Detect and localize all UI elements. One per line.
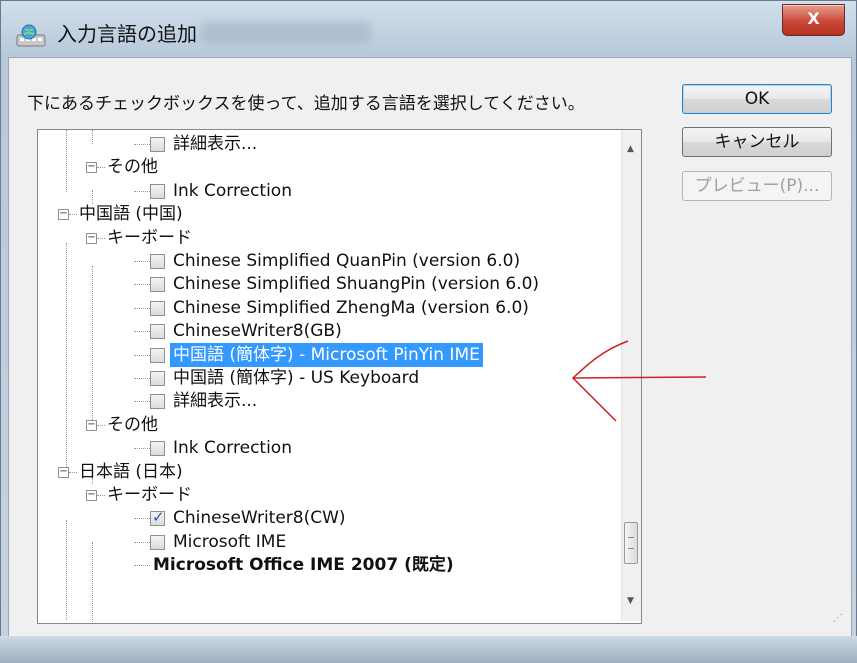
tree-line (134, 378, 150, 379)
tree-line (134, 355, 150, 356)
close-button[interactable]: X (782, 4, 845, 36)
collapse-icon[interactable]: − (86, 162, 97, 173)
triangle-up-icon[interactable]: ▲ (627, 144, 634, 154)
language-checkbox[interactable] (150, 535, 165, 550)
tree-row[interactable]: ChineseWriter8(GB) (170, 319, 345, 343)
tree-scrollbar[interactable]: ▲ ▼ (621, 130, 641, 621)
scrollbar-thumb[interactable] (624, 522, 638, 564)
tree-row[interactable]: Microsoft IME (170, 530, 289, 554)
tree-line (134, 308, 150, 309)
language-checkbox[interactable] (150, 254, 165, 269)
keyboard-globe-icon (16, 24, 46, 47)
language-checkbox[interactable] (150, 184, 165, 199)
tree-row[interactable]: その他 (104, 413, 161, 437)
tree-row-label: キーボード (107, 485, 192, 505)
collapse-icon[interactable]: − (86, 420, 97, 431)
preview-button[interactable]: プレビュー(P)... (682, 171, 832, 201)
tree-row-label: 詳細表示... (173, 391, 258, 411)
tree-row[interactable]: Ink Correction (170, 436, 295, 460)
tree-row[interactable]: 中国語 (中国) (76, 202, 186, 226)
language-checkbox[interactable] (150, 394, 165, 409)
collapse-icon[interactable]: − (86, 490, 97, 501)
language-checkbox[interactable] (150, 508, 165, 526)
instruction-text: 下にあるチェックボックスを使って、追加する言語を選択してください。 (27, 94, 585, 114)
tree-row-label: 詳細表示... (173, 134, 258, 154)
tree-row-label: 中国語 (簡体字) - US Keyboard (173, 368, 420, 388)
resize-grip-icon[interactable]: ⋰ (833, 613, 843, 624)
tree-row-label: キーボード (107, 228, 192, 248)
tree-line (134, 542, 150, 543)
collapse-icon[interactable]: − (58, 467, 69, 478)
cancel-button[interactable]: キャンセル (682, 127, 832, 157)
tree-row[interactable]: その他 (104, 155, 161, 179)
collapse-icon[interactable]: − (58, 209, 69, 220)
tree-row[interactable]: Chinese Simplified QuanPin (version 6.0) (170, 249, 523, 273)
tree-row[interactable]: Chinese Simplified ShuangPin (version 6.… (170, 272, 542, 296)
tree-row-label: Chinese Simplified QuanPin (version 6.0) (173, 251, 521, 271)
tree-line (134, 144, 150, 145)
language-checkbox[interactable] (150, 348, 165, 363)
tree-row-label: Microsoft Office IME 2007 (既定) (153, 555, 454, 575)
tree-row[interactable]: Ink Correction (170, 179, 295, 203)
tree-row-label: その他 (107, 157, 158, 177)
tree-line (92, 266, 93, 430)
tree-row-label: Chinese Simplified ShuangPin (version 6.… (173, 274, 540, 294)
language-checkbox[interactable] (150, 137, 165, 152)
tree-row[interactable]: Chinese Simplified ZhengMa (version 6.0) (170, 296, 532, 320)
tree-line (134, 261, 150, 262)
tree-line (134, 284, 150, 285)
tree-row-label: Ink Correction (173, 181, 292, 201)
tree-row-label: Microsoft IME (173, 532, 287, 552)
tree-row[interactable]: Microsoft Office IME 2007 (既定) (150, 553, 457, 577)
tree-row[interactable]: キーボード (104, 483, 195, 507)
language-checkbox[interactable] (150, 301, 165, 316)
tree-line (134, 448, 150, 449)
language-tree[interactable]: 詳細表示... − その他 Ink Correction − 中国語 (中国) − キーボード… (37, 129, 642, 624)
window-title: 入力言語の追加 (57, 22, 197, 46)
tree-row[interactable]: 日本語 (日本) (76, 460, 186, 484)
tree-row[interactable]: ChineseWriter8(CW) (170, 506, 349, 530)
title-bar[interactable]: 入力言語の追加 X (1, 1, 856, 59)
tree-line (66, 130, 67, 192)
tree-line (66, 520, 67, 620)
tree-row-label: Ink Correction (173, 438, 292, 458)
blurred-title-region (201, 21, 371, 43)
tree-line (134, 518, 150, 519)
tree-line (134, 401, 150, 402)
tree-line (134, 191, 150, 192)
tree-row-label: ChineseWriter8(GB) (173, 321, 342, 341)
language-checkbox[interactable] (150, 441, 165, 456)
ok-button[interactable]: OK (682, 84, 832, 114)
tree-row[interactable]: 詳細表示... (170, 389, 260, 413)
tree-row[interactable]: 中国語 (簡体字) - US Keyboard (170, 366, 422, 390)
tree-row[interactable]: 中国語 (簡体字) - Microsoft PinYin IME (170, 343, 483, 367)
tree-line (92, 130, 93, 144)
tree-line (134, 565, 150, 566)
tree-row-label: 中国語 (簡体字) - Microsoft PinYin IME (170, 343, 483, 367)
tree-row-label: その他 (107, 415, 158, 435)
tree-row-label: Chinese Simplified ZhengMa (version 6.0) (173, 298, 529, 318)
tree-line (92, 542, 93, 622)
dialog-window: 入力言語の追加 X 下にあるチェックボックスを使って、追加する言語を選択してくだ… (0, 0, 857, 663)
bottom-frame (0, 636, 857, 663)
language-checkbox[interactable] (150, 324, 165, 339)
tree-row[interactable]: 詳細表示... (170, 132, 260, 156)
tree-row[interactable]: キーボード (104, 226, 195, 250)
collapse-icon[interactable]: − (86, 233, 97, 244)
tree-row-label: 中国語 (中国) (79, 204, 183, 224)
triangle-down-icon[interactable]: ▼ (627, 596, 634, 606)
tree-row-label: 日本語 (日本) (79, 462, 183, 482)
tree-row-label: ChineseWriter8(CW) (173, 508, 346, 528)
language-checkbox[interactable] (150, 277, 165, 292)
tree-line (66, 243, 67, 467)
tree-line (134, 331, 150, 332)
language-checkbox[interactable] (150, 371, 165, 386)
